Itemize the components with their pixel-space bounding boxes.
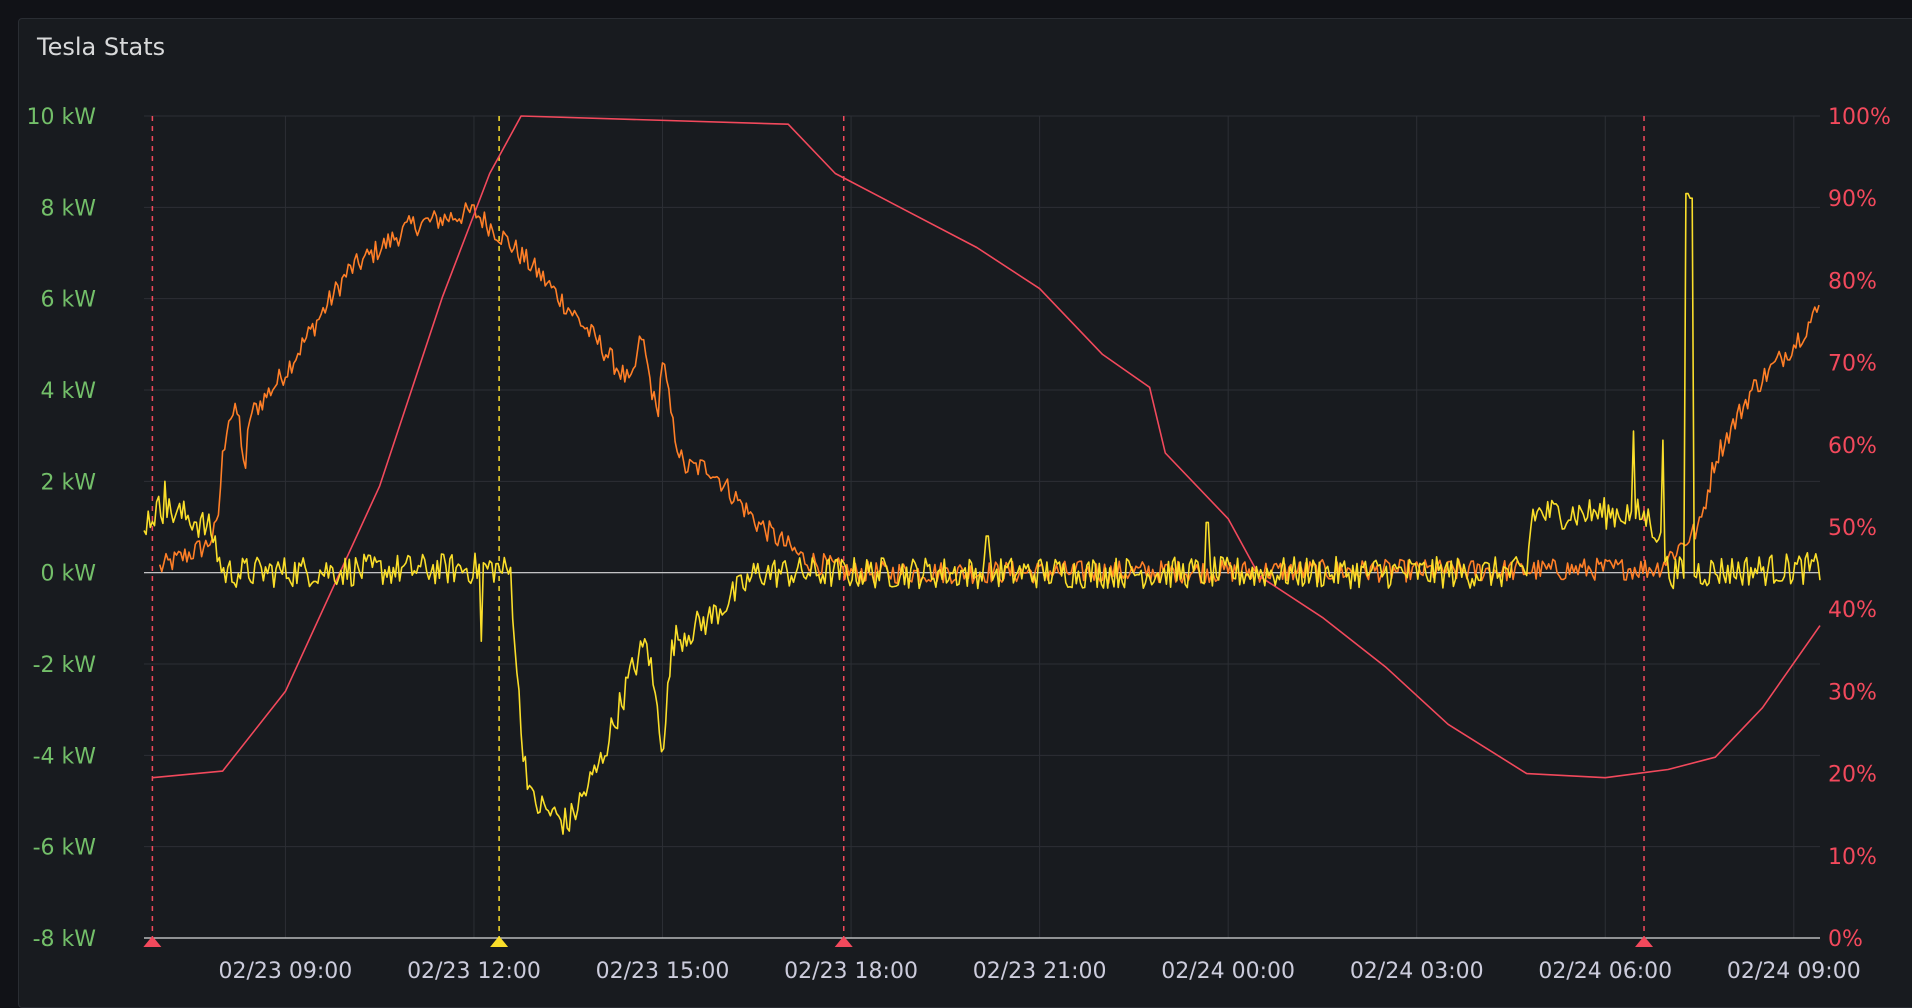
y-right-tick-label: 50% (1828, 516, 1877, 541)
y-left-tick-label: 6 kW (41, 288, 97, 313)
y-right-tick-label: 80% (1828, 269, 1877, 294)
y-left-tick-label: -2 kW (33, 653, 97, 678)
y-right-tick-label: 100% (1828, 105, 1891, 130)
x-tick-label: 02/24 09:00 (1727, 959, 1861, 984)
series-line-0 (158, 202, 1820, 585)
y-right-tick-label: 10% (1828, 845, 1877, 870)
y-right-tick-label: 20% (1828, 763, 1877, 788)
x-tick-label: 02/23 15:00 (596, 959, 730, 984)
y-left-tick-label: -4 kW (33, 744, 97, 769)
x-tick-label: 02/24 00:00 (1161, 959, 1295, 984)
series-line-1 (152, 115, 1821, 779)
chart-series (143, 115, 1821, 835)
series-line-2 (143, 192, 1821, 835)
y-left-tick-label: -6 kW (33, 836, 97, 861)
y-right-tick-label: 60% (1828, 434, 1877, 459)
y-axis-left: 10 kW 8 kW 6 kW 4 kW 2 kW 0 kW -2 kW -4 kW -6 kW… (27, 105, 97, 952)
x-tick-label: 02/23 18:00 (784, 959, 918, 984)
y-right-tick-label: 70% (1828, 352, 1877, 377)
x-tick-label: 02/24 03:00 (1350, 959, 1484, 984)
y-right-tick-label: 30% (1828, 680, 1877, 705)
y-right-tick-label: 0% (1828, 927, 1863, 952)
y-right-tick-label: 40% (1828, 598, 1877, 623)
y-axis-right: 100% 90% 80% 70% 60% 50% 40% 30% 20% 10% 0% (1828, 105, 1891, 952)
y-left-tick-label: 4 kW (41, 379, 97, 404)
x-tick-label: 02/23 21:00 (973, 959, 1107, 984)
x-tick-label: 02/23 12:00 (407, 959, 541, 984)
y-left-tick-label: -8 kW (33, 927, 97, 952)
x-tick-label: 02/24 06:00 (1538, 959, 1672, 984)
x-axis: 02/23 09:00 02/23 12:00 02/23 15:00 02/23 1… (219, 959, 1861, 984)
y-left-tick-label: 10 kW (27, 105, 97, 130)
y-left-tick-label: 0 kW (41, 562, 97, 587)
chart-annotations (143, 116, 1654, 947)
y-right-tick-label: 90% (1828, 187, 1877, 212)
y-left-tick-label: 8 kW (41, 196, 97, 221)
x-tick-label: 02/23 09:00 (219, 959, 353, 984)
y-left-tick-label: 2 kW (41, 470, 97, 495)
chart: 10 kW 8 kW 6 kW 4 kW 2 kW 0 kW -2 kW -4 kW -6 kW… (27, 105, 1891, 984)
